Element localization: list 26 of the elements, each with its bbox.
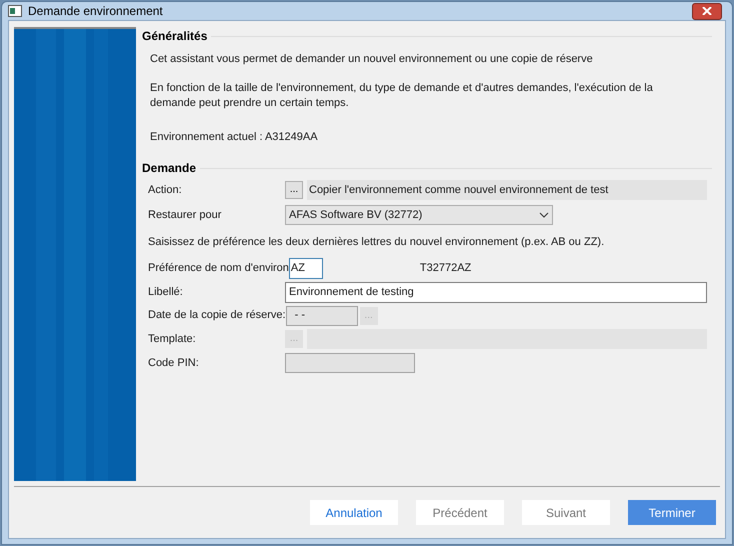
field-label: Restaurer pour — [148, 208, 222, 223]
field-label: Préférence de nom d'environ — [148, 260, 289, 276]
section-title: Demande — [142, 160, 196, 177]
close-icon — [702, 7, 712, 15]
info-text: En fonction de la taille de l'environnement, du type de demande et d'autres demandes, l'exécution de la demande peut prendre un certain temps. — [150, 80, 654, 110]
field-label: Action: — [148, 182, 183, 198]
chevron-down-icon — [539, 212, 549, 218]
close-button[interactable] — [692, 2, 722, 20]
window-title: Demande environnement — [28, 3, 163, 20]
wizard-button[interactable]: Terminer — [628, 500, 716, 525]
action-text: Copier l'environnement comme nouvel environnement de test — [309, 182, 608, 198]
field-label: Date de la copie de réserve: — [148, 308, 286, 324]
dropdown[interactable]: AFAS Software BV (32772) — [285, 205, 553, 225]
hint-text: Saisissez de préférence les deux dernières lettres du nouvel environnement (p.ex. AB ou ZZ). — [148, 234, 604, 250]
field-label: Template: — [148, 332, 197, 347]
intro-text: Cet assistant vous permet de demander un nouvel environnement ou une copie de réserve — [150, 52, 594, 67]
browse-button[interactable]: ... — [285, 181, 303, 199]
preview-text: T32772AZ — [420, 260, 472, 276]
text-field[interactable]: AZ — [288, 258, 323, 278]
current-environment: Environnement actuel : A31249AA — [150, 130, 319, 144]
field-label: Libellé: — [148, 284, 184, 300]
text-field[interactable]: Environnement de testing — [285, 282, 707, 302]
field-label: Code PIN: — [148, 356, 200, 371]
wizard-button[interactable]: Annulation — [310, 500, 398, 525]
section-title: Généralités — [142, 28, 208, 45]
app-icon — [8, 5, 22, 17]
